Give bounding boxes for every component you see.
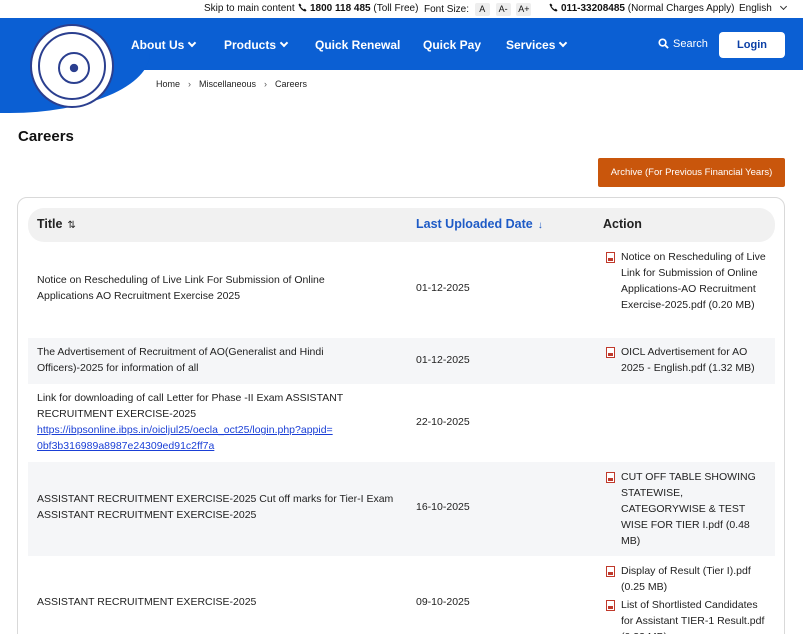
sort-icon[interactable]: ⇅: [67, 220, 75, 231]
logo-emblem: [58, 52, 90, 84]
row-date: 16-10-2025: [416, 501, 470, 513]
row-action: CUT OFF TABLE SHOWING STATEWISE, CATEGOR…: [606, 469, 766, 549]
table-row: ASSISTANT RECRUITMENT EXERCISE-2025 09-1…: [28, 556, 775, 634]
toll-free-phone[interactable]: 1800 118 485 (Toll Free): [298, 3, 418, 14]
chevron-right-icon: ›: [264, 79, 268, 89]
chevron-down-icon: [779, 2, 787, 11]
row-action: Notice on Rescheduling of Live Link for …: [606, 249, 766, 313]
pdf-document-link[interactable]: Display of Result (Tier I).pdf (0.25 MB): [606, 563, 766, 595]
chevron-down-icon: [188, 38, 197, 48]
archive-button[interactable]: Archive (For Previous Financial Years): [598, 158, 785, 187]
pdf-document-link[interactable]: Notice on Rescheduling of Live Link for …: [606, 249, 766, 313]
normal-phone[interactable]: 011-33208485 (Normal Charges Apply): [549, 3, 734, 14]
chevron-right-icon: ›: [188, 79, 192, 89]
nav-products[interactable]: Products: [224, 38, 289, 52]
login-button[interactable]: Login: [719, 32, 785, 58]
phone-icon: [549, 3, 558, 12]
pdf-icon: [606, 600, 615, 611]
pdf-icon: [606, 566, 615, 577]
phone-icon: [298, 3, 307, 12]
pdf-icon: [606, 252, 615, 263]
row-title: Link for downloading of call Letter for …: [37, 392, 344, 454]
nav-quick-pay[interactable]: Quick Pay: [423, 38, 481, 52]
breadcrumb-home[interactable]: Home: [156, 79, 180, 89]
column-title-header[interactable]: Title ⇅: [37, 217, 76, 231]
font-normal-button[interactable]: A: [474, 3, 490, 16]
row-date: 01-12-2025: [416, 282, 470, 294]
row-title: ASSISTANT RECRUITMENT EXERCISE-2025: [37, 596, 257, 608]
language-select[interactable]: English: [739, 2, 787, 14]
table-row: Notice on Rescheduling of Live Link For …: [28, 242, 775, 338]
breadcrumb-miscellaneous[interactable]: Miscellaneous: [199, 79, 256, 89]
row-action: OICL Advertisement for AO 2025 - English…: [606, 344, 766, 376]
row-title: ASSISTANT RECRUITMENT EXERCISE-2025 Cut …: [37, 493, 394, 521]
row-title: Notice on Rescheduling of Live Link For …: [37, 274, 325, 302]
pdf-document-link[interactable]: List of Shortlisted Candidates for Assis…: [606, 597, 766, 634]
row-action: Display of Result (Tier I).pdf (0.25 MB)…: [606, 563, 766, 634]
pdf-document-link[interactable]: CUT OFF TABLE SHOWING STATEWISE, CATEGOR…: [606, 469, 766, 549]
pdf-icon: [606, 472, 615, 483]
nav-quick-renewal[interactable]: Quick Renewal: [315, 38, 400, 52]
pdf-document-link[interactable]: OICL Advertisement for AO 2025 - English…: [606, 344, 766, 376]
font-decrease-button[interactable]: A-: [495, 3, 511, 16]
table-header: Title ⇅ Last Uploaded Date ↓ Action: [28, 208, 775, 242]
nav-about-us[interactable]: About Us: [131, 38, 197, 52]
logo-ring: [38, 32, 106, 100]
table-row: The Advertisement of Recruitment of AO(G…: [28, 338, 775, 384]
sort-desc-icon[interactable]: ↓: [538, 220, 543, 231]
column-date-header[interactable]: Last Uploaded Date ↓: [416, 217, 543, 231]
row-date: 09-10-2025: [416, 596, 470, 608]
chevron-down-icon: [559, 38, 568, 48]
row-date: 01-12-2025: [416, 354, 470, 366]
call-letter-link[interactable]: https://ibpsonline.ibps.in/oicljul25/oec…: [37, 422, 337, 454]
breadcrumb: Home › Miscellaneous › Careers: [156, 79, 307, 89]
page-title: Careers: [18, 128, 74, 145]
font-increase-button[interactable]: A+: [516, 3, 532, 16]
table-row: Link for downloading of call Letter for …: [28, 384, 775, 462]
pdf-icon: [606, 347, 615, 358]
row-title: The Advertisement of Recruitment of AO(G…: [37, 346, 324, 374]
company-logo[interactable]: [30, 24, 114, 108]
search-button[interactable]: Search: [658, 38, 708, 50]
careers-table: Title ⇅ Last Uploaded Date ↓ Action Notice…: [17, 197, 785, 634]
breadcrumb-current: Careers: [275, 79, 308, 89]
search-icon: [658, 38, 669, 49]
nav-services[interactable]: Services: [506, 38, 568, 52]
column-action-header: Action: [603, 217, 642, 231]
table-row: ASSISTANT RECRUITMENT EXERCISE-2025 Cut …: [28, 462, 775, 556]
font-size-controls: Font Size: A A- A+: [424, 3, 532, 16]
row-date: 22-10-2025: [416, 416, 470, 428]
skip-link[interactable]: Skip to main content: [204, 3, 295, 14]
utility-bar: Skip to main content 1800 118 485 (Toll …: [0, 0, 803, 18]
chevron-down-icon: [279, 38, 289, 48]
